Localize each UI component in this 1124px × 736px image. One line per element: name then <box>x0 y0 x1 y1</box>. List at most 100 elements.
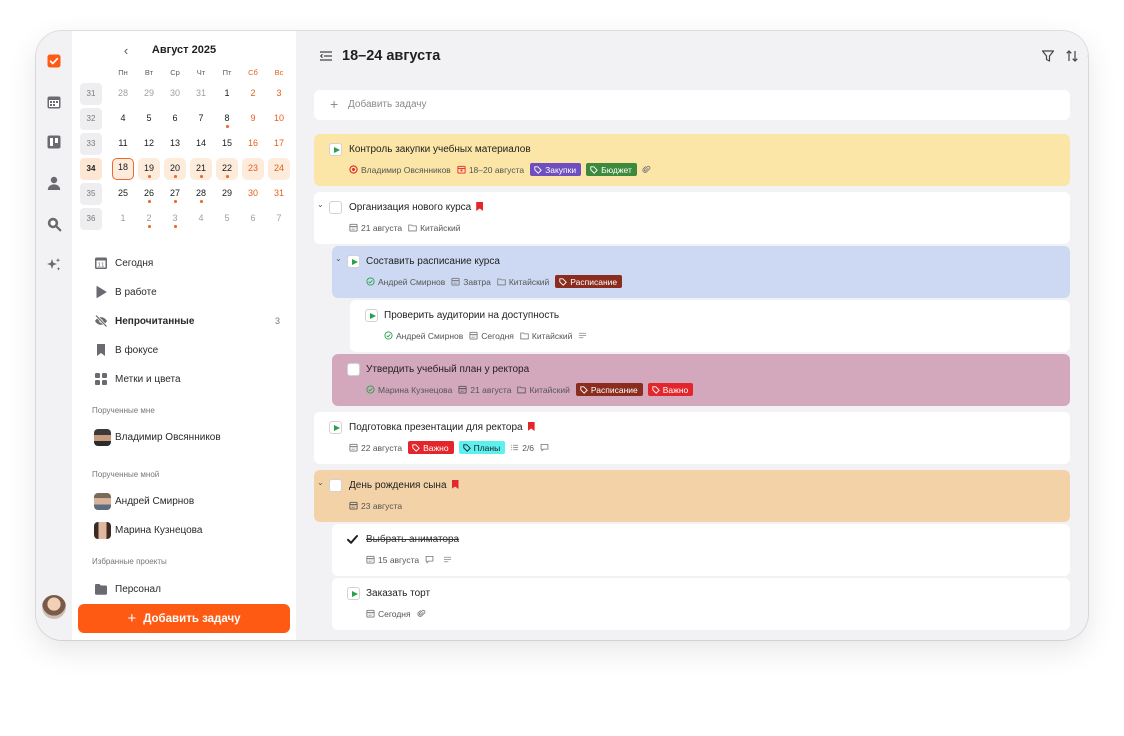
calendar-day[interactable]: 24 <box>268 158 290 180</box>
calendar-day[interactable]: 31 <box>190 83 212 105</box>
task-row[interactable]: ⌄ Составить расписание курса Андрей Смир… <box>332 246 1070 298</box>
play-status-icon[interactable] <box>329 421 342 434</box>
calendar-day[interactable]: 2 <box>242 83 264 105</box>
play-status-icon[interactable] <box>329 143 342 156</box>
sidebar-person-item[interactable]: Марина Кузнецова <box>94 522 284 540</box>
tag[interactable]: Бюджет <box>586 163 637 176</box>
calendar-day[interactable]: 5 <box>138 108 160 130</box>
calendar-day[interactable]: 4 <box>190 208 212 230</box>
calendar-day[interactable]: 14 <box>190 133 212 155</box>
calendar-day[interactable]: 11 <box>112 133 134 155</box>
calendar-day[interactable]: 29 <box>216 183 238 205</box>
calendar-day[interactable]: 6 <box>242 208 264 230</box>
tag[interactable]: Расписание <box>575 383 643 396</box>
calendar-day[interactable]: 20 <box>164 158 186 180</box>
week-number[interactable]: 32 <box>80 108 102 130</box>
checkmark-icon[interactable] <box>346 533 359 546</box>
sidebar-item-tags[interactable]: Метки и цвета <box>94 371 284 389</box>
tag[interactable]: Важно <box>647 383 694 396</box>
calendar-day[interactable]: 4 <box>112 108 134 130</box>
calendar-day[interactable]: 31 <box>268 183 290 205</box>
calendar-day[interactable]: 6 <box>164 108 186 130</box>
calendar-day[interactable]: 1 <box>216 83 238 105</box>
calendar-day[interactable]: 8 <box>216 108 238 130</box>
calendar-day[interactable]: 10 <box>268 108 290 130</box>
chevron-down-icon[interactable]: ⌄ <box>317 200 327 210</box>
calendar-day[interactable]: 7 <box>268 208 290 230</box>
calendar-day[interactable]: 5 <box>216 208 238 230</box>
add-task-button[interactable]: + Добавить задачу <box>78 604 290 633</box>
calendar-day[interactable]: 7 <box>190 108 212 130</box>
calendar-day[interactable]: 28 <box>112 83 134 105</box>
play-status-icon[interactable] <box>347 587 360 600</box>
sidebar-item-in-progress[interactable]: В работе <box>94 284 284 302</box>
sidebar-project-item[interactable]: Персонал <box>94 581 284 599</box>
week-number[interactable]: 36 <box>80 208 102 230</box>
calendar-day[interactable]: 30 <box>164 83 186 105</box>
task-row[interactable]: Утвердить учебный план у ректора Марина … <box>332 354 1070 406</box>
sidebar-person-item[interactable]: Андрей Смирнов <box>94 493 284 511</box>
week-number[interactable]: 33 <box>80 133 102 155</box>
chevron-down-icon[interactable]: ⌄ <box>317 478 327 488</box>
week-number[interactable]: 34 <box>80 158 102 180</box>
play-status-icon[interactable] <box>365 309 378 322</box>
calendar-day[interactable]: 21 <box>190 158 212 180</box>
calendar-day[interactable]: 16 <box>242 133 264 155</box>
calendar-day[interactable]: 13 <box>164 133 186 155</box>
calendar-day[interactable]: 17 <box>268 133 290 155</box>
sidebar-item-unread[interactable]: Непрочитанные 3 <box>94 313 284 331</box>
tag[interactable]: Закупки <box>530 163 582 176</box>
task-row[interactable]: ⌄ День рождения сына 23 августа <box>314 470 1070 522</box>
check-square-icon[interactable] <box>46 53 62 69</box>
calendar-day[interactable]: 3 <box>268 83 290 105</box>
task-row[interactable]: ⌄ Организация нового курса 21 августа Ки… <box>314 192 1070 244</box>
sparkle-icon[interactable] <box>46 257 62 273</box>
calendar-day[interactable]: 1 <box>112 208 134 230</box>
week-number[interactable]: 31 <box>80 83 102 105</box>
calendar-day[interactable]: 26 <box>138 183 160 205</box>
calendar-day[interactable]: 29 <box>138 83 160 105</box>
board-icon[interactable] <box>46 134 62 150</box>
calendar-day[interactable]: 12 <box>138 133 160 155</box>
calendar-day[interactable]: 9 <box>242 108 264 130</box>
sidebar-person-item[interactable]: Владимир Овсянников <box>94 429 284 447</box>
calendar-day[interactable]: 19 <box>138 158 160 180</box>
sidebar-item-today[interactable]: 11 Сегодня <box>94 255 284 273</box>
person-icon[interactable] <box>46 175 62 191</box>
task-row[interactable]: Выбрать аниматора 15 августа <box>332 524 1070 576</box>
calendar-day[interactable]: 18 <box>112 158 134 180</box>
calendar-day[interactable]: 30 <box>242 183 264 205</box>
play-status-icon[interactable] <box>347 255 360 268</box>
calendar-day[interactable]: 28 <box>190 183 212 205</box>
task-checkbox[interactable] <box>347 363 360 376</box>
user-avatar[interactable] <box>42 595 66 619</box>
task-row[interactable]: Заказать торт Сегодня <box>332 578 1070 630</box>
calendar-day[interactable]: 27 <box>164 183 186 205</box>
sidebar-item-focus[interactable]: В фокусе <box>94 342 284 360</box>
task-row[interactable]: Подготовка презентации для ректора 22 ав… <box>314 412 1070 464</box>
collapse-sidebar-icon[interactable] <box>318 48 334 64</box>
task-checkbox[interactable] <box>329 201 342 214</box>
week-number[interactable]: 35 <box>80 183 102 205</box>
sort-icon[interactable] <box>1064 48 1080 64</box>
task-checkbox[interactable] <box>329 479 342 492</box>
calendar-day[interactable]: 22 <box>216 158 238 180</box>
task-row[interactable]: Контроль закупки учебных материалов Влад… <box>314 134 1070 186</box>
calendar-day[interactable]: 15 <box>216 133 238 155</box>
due-date-text: 15 августа <box>378 554 420 565</box>
filter-icon[interactable] <box>1040 48 1056 64</box>
calendar-icon[interactable] <box>46 94 62 110</box>
tag[interactable]: Планы <box>458 441 506 454</box>
quick-add-task[interactable]: + Добавить задачу <box>314 90 1070 120</box>
more-icon[interactable] <box>1086 48 1088 64</box>
calendar-day[interactable]: 23 <box>242 158 264 180</box>
chevron-down-icon[interactable]: ⌄ <box>335 254 345 264</box>
task-row[interactable]: Проверить аудитории на доступность Андре… <box>350 300 1070 352</box>
assignee-icon <box>349 165 358 174</box>
search-icon[interactable] <box>46 216 62 232</box>
calendar-day[interactable]: 2 <box>138 208 160 230</box>
calendar-day[interactable]: 25 <box>112 183 134 205</box>
tag[interactable]: Расписание <box>555 275 623 288</box>
calendar-day[interactable]: 3 <box>164 208 186 230</box>
tag[interactable]: Важно <box>408 441 454 454</box>
